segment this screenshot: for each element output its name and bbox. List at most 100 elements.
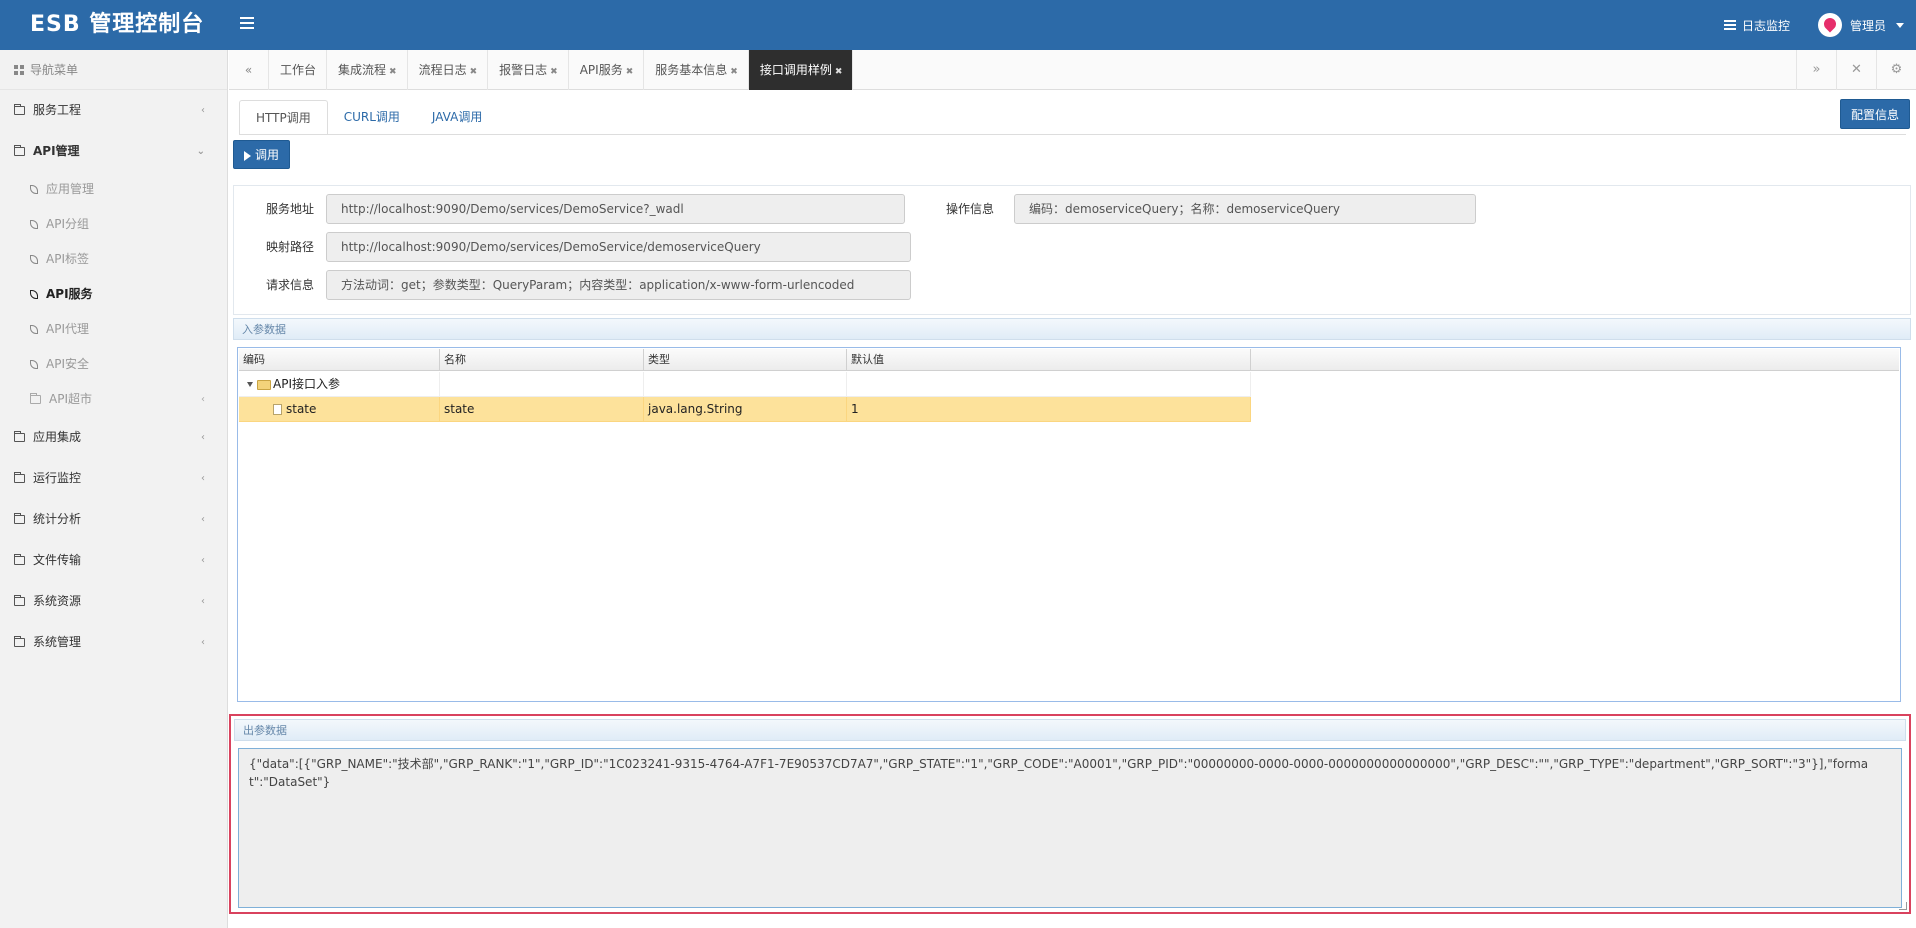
main-content: HTTP调用 CURL调用 JAVA调用 配置信息 调用 服务地址 http:/…	[229, 90, 1916, 928]
tab-label: 服务基本信息	[655, 63, 728, 77]
tree-expand-icon[interactable]	[247, 382, 253, 387]
sidebar-item-label: 服务工程	[33, 103, 82, 117]
tree-root-label: API接口入参	[273, 377, 340, 391]
param-code: state	[286, 402, 317, 416]
sidebar-subitem-label: API超市	[49, 392, 92, 406]
sidebar-subitem-label: 应用管理	[46, 182, 95, 196]
close-icon[interactable]: ✖	[730, 67, 738, 77]
sidebar-item-label: 系统资源	[33, 594, 82, 608]
grid-header: 编码 名称 类型 默认值	[239, 349, 1899, 371]
invoke-tabs: HTTP调用 CURL调用 JAVA调用	[239, 100, 498, 135]
tab-bar: « 工作台 集成流程 ✖ 流程日志 ✖ 报警日志 ✖ API服务 ✖ 服务基本信息 ✖ 接…	[229, 50, 1916, 90]
log-monitor-link[interactable]: 日志监控	[1723, 17, 1790, 34]
sidebar-subitem-api-market[interactable]: API超市 ‹	[0, 382, 227, 417]
chevron-down-icon	[1896, 22, 1904, 28]
leaf-icon	[30, 185, 38, 194]
nav-header: 导航菜单	[0, 50, 227, 90]
tab-flow-log[interactable]: 流程日志 ✖	[408, 50, 489, 90]
tab-alarm-log[interactable]: 报警日志 ✖	[488, 50, 569, 90]
sidebar-subitem-api-tag[interactable]: API标签	[0, 242, 227, 277]
column-header[interactable]: 编码	[239, 349, 440, 371]
play-icon	[244, 150, 251, 161]
tab-list: 工作台 集成流程 ✖ 流程日志 ✖ 报警日志 ✖ API服务 ✖ 服务基本信息 ✖ 接口调…	[269, 50, 854, 90]
tab-http-invoke[interactable]: HTTP调用	[239, 100, 328, 135]
sidebar-item-runtime-monitor[interactable]: 运行监控 ‹	[0, 458, 227, 499]
folder-open-icon	[14, 145, 25, 156]
invoke-button[interactable]: 调用	[233, 140, 291, 169]
close-icon[interactable]: ✖	[470, 67, 478, 77]
sidebar-item-statistics[interactable]: 统计分析 ‹	[0, 499, 227, 540]
column-header[interactable]: 类型	[644, 349, 847, 371]
param-name: state	[440, 397, 644, 422]
table-row[interactable]: state state java.lang.String 1	[239, 397, 1251, 422]
tab-workbench[interactable]: 工作台	[269, 50, 328, 90]
folder-icon	[14, 554, 25, 565]
user-menu[interactable]: 管理员	[1817, 13, 1904, 37]
request-info-label: 请求信息	[266, 278, 315, 292]
sidebar-subitem-app-management[interactable]: 应用管理	[0, 172, 227, 207]
menu-toggle-icon[interactable]	[240, 17, 254, 29]
sidebar-subitem-label: API标签	[46, 252, 89, 266]
column-header[interactable]: 名称	[440, 349, 644, 371]
sidebar-item-label: 文件传输	[33, 553, 82, 567]
config-info-button[interactable]: 配置信息	[1839, 99, 1910, 129]
gear-icon[interactable]: ⚙	[1876, 50, 1916, 90]
tab-java-invoke[interactable]: JAVA调用	[416, 100, 498, 135]
sidebar-subitem-api-security[interactable]: API安全	[0, 347, 227, 382]
folder-icon	[14, 513, 25, 524]
file-icon	[273, 404, 282, 415]
nav-title: 导航菜单	[30, 62, 79, 77]
header-actions: 日志监控 管理员	[1723, 0, 1904, 50]
tab-service-info[interactable]: 服务基本信息 ✖	[644, 50, 749, 90]
scroll-left-icon[interactable]: «	[229, 50, 269, 90]
sidebar-item-service-project[interactable]: 服务工程 ‹	[0, 90, 227, 131]
sidebar-item-label: API管理	[33, 144, 80, 158]
list-icon	[1723, 20, 1736, 30]
input-section-title: 入参数据	[233, 318, 1911, 340]
sidebar-item-system-management[interactable]: 系统管理 ‹	[0, 622, 227, 663]
tree-row[interactable]: API接口入参	[239, 372, 1251, 397]
sidebar-item-file-transfer[interactable]: 文件传输 ‹	[0, 540, 227, 581]
output-panel: 出参数据 {"data":[{"GRP_NAME":"技术部","GRP_RAN…	[229, 714, 1911, 914]
sidebar-item-label: 系统管理	[33, 635, 82, 649]
op-info-label: 操作信息	[946, 202, 995, 216]
chevron-left-icon: ‹	[201, 514, 205, 525]
param-default[interactable]: 1	[847, 397, 1251, 422]
folder-icon	[14, 636, 25, 647]
close-all-icon[interactable]: ✕	[1836, 50, 1876, 90]
chevron-left-icon: ‹	[201, 555, 205, 566]
tab-label: 报警日志	[499, 63, 548, 77]
close-icon[interactable]: ✖	[389, 67, 397, 77]
output-json-textarea[interactable]: {"data":[{"GRP_NAME":"技术部","GRP_RANK":"1…	[238, 748, 1902, 908]
chevron-left-icon: ‹	[201, 473, 205, 484]
sidebar-subitem-api-service[interactable]: API服务	[0, 277, 227, 312]
folder-icon	[30, 393, 41, 404]
table-cell	[644, 372, 847, 397]
close-icon[interactable]: ✖	[550, 67, 558, 77]
chevron-left-icon: ‹	[201, 432, 205, 443]
tree-cell: API接口入参	[239, 372, 440, 397]
leaf-icon	[30, 255, 38, 264]
close-icon[interactable]: ✖	[626, 67, 634, 77]
close-icon[interactable]: ✖	[835, 67, 843, 77]
sidebar-item-system-resources[interactable]: 系统资源 ‹	[0, 581, 227, 622]
grid-icon	[14, 64, 24, 75]
sidebar-subitem-label: API代理	[46, 322, 89, 336]
tab-label: 集成流程	[338, 63, 387, 77]
tab-curl-invoke[interactable]: CURL调用	[328, 100, 416, 135]
sidebar-item-app-integration[interactable]: 应用集成 ‹	[0, 417, 227, 458]
tab-api-service[interactable]: API服务 ✖	[569, 50, 645, 90]
tree-cell: state	[239, 397, 440, 422]
tab-integration-flow[interactable]: 集成流程 ✖	[327, 50, 408, 90]
column-header[interactable]: 默认值	[847, 349, 1251, 371]
service-addr-field: http://localhost:9090/Demo/services/Demo…	[326, 194, 905, 224]
sidebar-subitem-api-group[interactable]: API分组	[0, 207, 227, 242]
scroll-right-icon[interactable]: »	[1796, 50, 1836, 90]
sidebar-subitem-api-proxy[interactable]: API代理	[0, 312, 227, 347]
leaf-icon	[30, 220, 38, 229]
tab-label: 接口调用样例	[759, 63, 832, 77]
resize-handle-icon[interactable]	[1899, 902, 1907, 910]
sidebar-item-api-management[interactable]: API管理 ⌄	[0, 131, 227, 172]
tab-interface-sample[interactable]: 接口调用样例 ✖	[748, 50, 854, 90]
mapping-path-field: http://localhost:9090/Demo/services/Demo…	[326, 232, 911, 262]
